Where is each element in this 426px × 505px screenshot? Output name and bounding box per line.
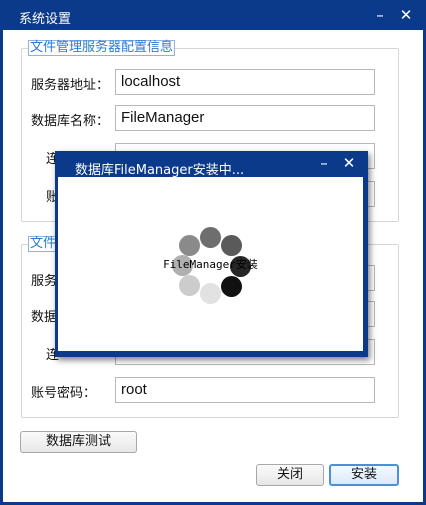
install-progress-dialog: 数据库FileManager安装中... – ✕ FileManager安装 [55,151,368,357]
close-button[interactable]: 关闭 [256,464,324,486]
progress-close-button[interactable]: ✕ [337,151,361,175]
spinner-dot [200,227,221,248]
progress-dialog-title: 数据库FileManager安装中... [75,163,245,178]
server-address-field[interactable]: localhost [115,69,375,95]
spinner-dot [221,276,242,297]
progress-dialog-body: FileManager安装 [58,177,363,351]
test-database-button[interactable]: 数据库测试 [20,431,137,453]
group-legend: 文件管理服务器配置信息 [28,40,176,56]
account-password-label: 账号密码： [31,386,97,401]
progress-minimize-button[interactable]: – [312,151,336,175]
minimize-button[interactable]: – [368,3,392,27]
close-window-button[interactable]: ✕ [394,3,418,27]
window-title: 系统设置 [19,12,72,27]
spinner-dot [221,235,242,256]
group-legend: 文件 [28,236,59,252]
spinner-caption: FileManager安装 [163,258,258,271]
spinner-dot [200,283,221,304]
spinner-dot [179,235,200,256]
database-name-label: 数据库名称： [31,114,110,129]
account-password-field[interactable]: root [115,377,375,403]
title-bar[interactable]: 系统设置 – ✕ [0,0,426,30]
server-label: 服务 [31,274,58,289]
database-name-field[interactable]: FileManager [115,105,375,131]
settings-window: 系统设置 – ✕ 文件管理服务器配置信息 服务器地址： localhost 数据… [0,0,426,505]
server-address-label: 服务器地址： [31,78,110,93]
install-button[interactable]: 安装 [329,464,399,486]
spinner-dot [179,275,200,296]
database-label: 数据 [31,310,58,325]
